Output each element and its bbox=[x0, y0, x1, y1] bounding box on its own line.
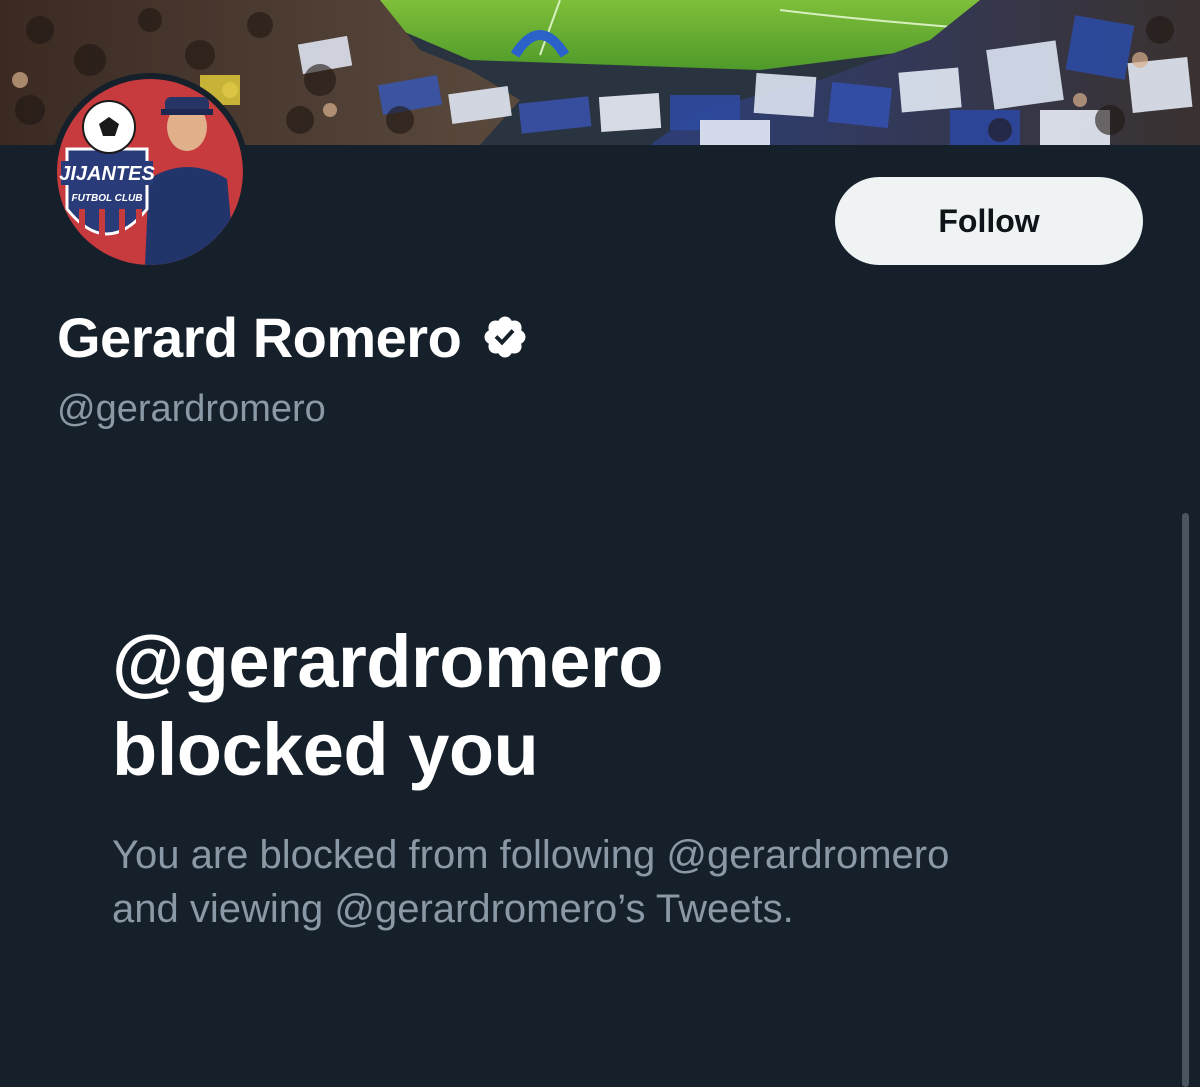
blocked-description-line2: and viewing @gerardromero’s Tweets. bbox=[112, 887, 794, 931]
follow-button[interactable]: Follow bbox=[835, 177, 1143, 265]
logo-text-bottom: FUTBOL CLUB bbox=[72, 193, 143, 204]
profile-name-row: Gerard Romero bbox=[57, 304, 529, 370]
blocked-description-line1: You are blocked from following @gerardro… bbox=[112, 833, 950, 877]
verified-badge-icon[interactable] bbox=[481, 313, 529, 361]
blocked-title: @gerardromero blocked you bbox=[112, 618, 1012, 794]
blocked-title-handle: @gerardromero bbox=[112, 620, 663, 703]
blocked-title-text: blocked you bbox=[112, 708, 539, 791]
blocked-description: You are blocked from following @gerardro… bbox=[112, 828, 1112, 936]
logo-text-top: JIJANTES bbox=[59, 163, 155, 185]
scrollbar[interactable] bbox=[1182, 513, 1189, 1087]
club-logo-avatar: JIJANTES FUTBOL CLUB bbox=[57, 79, 243, 265]
profile-avatar[interactable]: JIJANTES FUTBOL CLUB bbox=[51, 73, 249, 271]
profile-handle: @gerardromero bbox=[57, 388, 326, 430]
display-name: Gerard Romero bbox=[57, 305, 462, 369]
